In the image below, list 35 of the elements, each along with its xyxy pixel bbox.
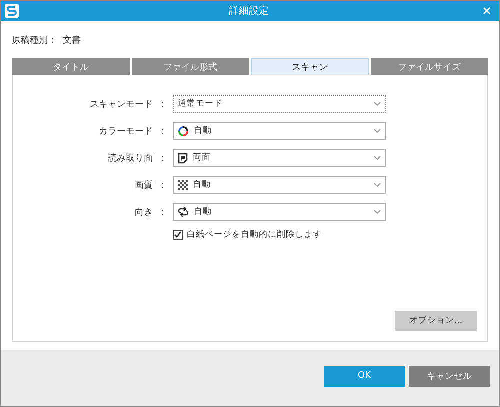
rotate-icon [178,207,189,217]
checker-icon [178,180,188,190]
check-icon [174,231,182,239]
close-icon [483,7,491,15]
dropdown[interactable]: 自動 [173,203,386,221]
dropdown[interactable]: 通常モード [173,95,386,113]
tab[interactable]: スキャン [251,58,368,75]
colon: ： [158,180,168,192]
chevron-icon [374,156,381,160]
cancel-button[interactable]: キャンセル [409,366,490,386]
checkbox[interactable] [173,230,183,240]
dropdown[interactable]: 自動 [173,122,386,140]
chevron-icon [374,210,381,214]
document-type-value: 文書 [63,34,81,46]
setting-label: スキャンモード [89,98,153,110]
setting-label: 画質 [134,180,153,192]
dropdown[interactable]: 両面 [173,149,386,167]
checkbox-label: 白紙ページを自動的に削除します [187,229,322,241]
colon: ： [158,152,168,164]
setting-label: カラーモード [98,126,153,138]
colon: ： [158,206,168,218]
window-title: 詳細設定 [228,4,270,18]
document-type-label: 原稿種別： [12,34,57,46]
colon: ： [158,98,168,110]
chevron-icon [374,129,381,133]
options-button[interactable]: オプション... [395,311,477,331]
setting-label: 向き [134,206,153,218]
color-wheel-icon [178,126,189,136]
chevron-icon [374,183,381,187]
dropdown[interactable]: 自動 [173,176,386,194]
chevron-icon [374,102,381,106]
page-icon [178,152,188,164]
app-logo [5,4,19,18]
setting-label: 読み取り面 [107,152,153,164]
colon: ： [158,126,168,138]
